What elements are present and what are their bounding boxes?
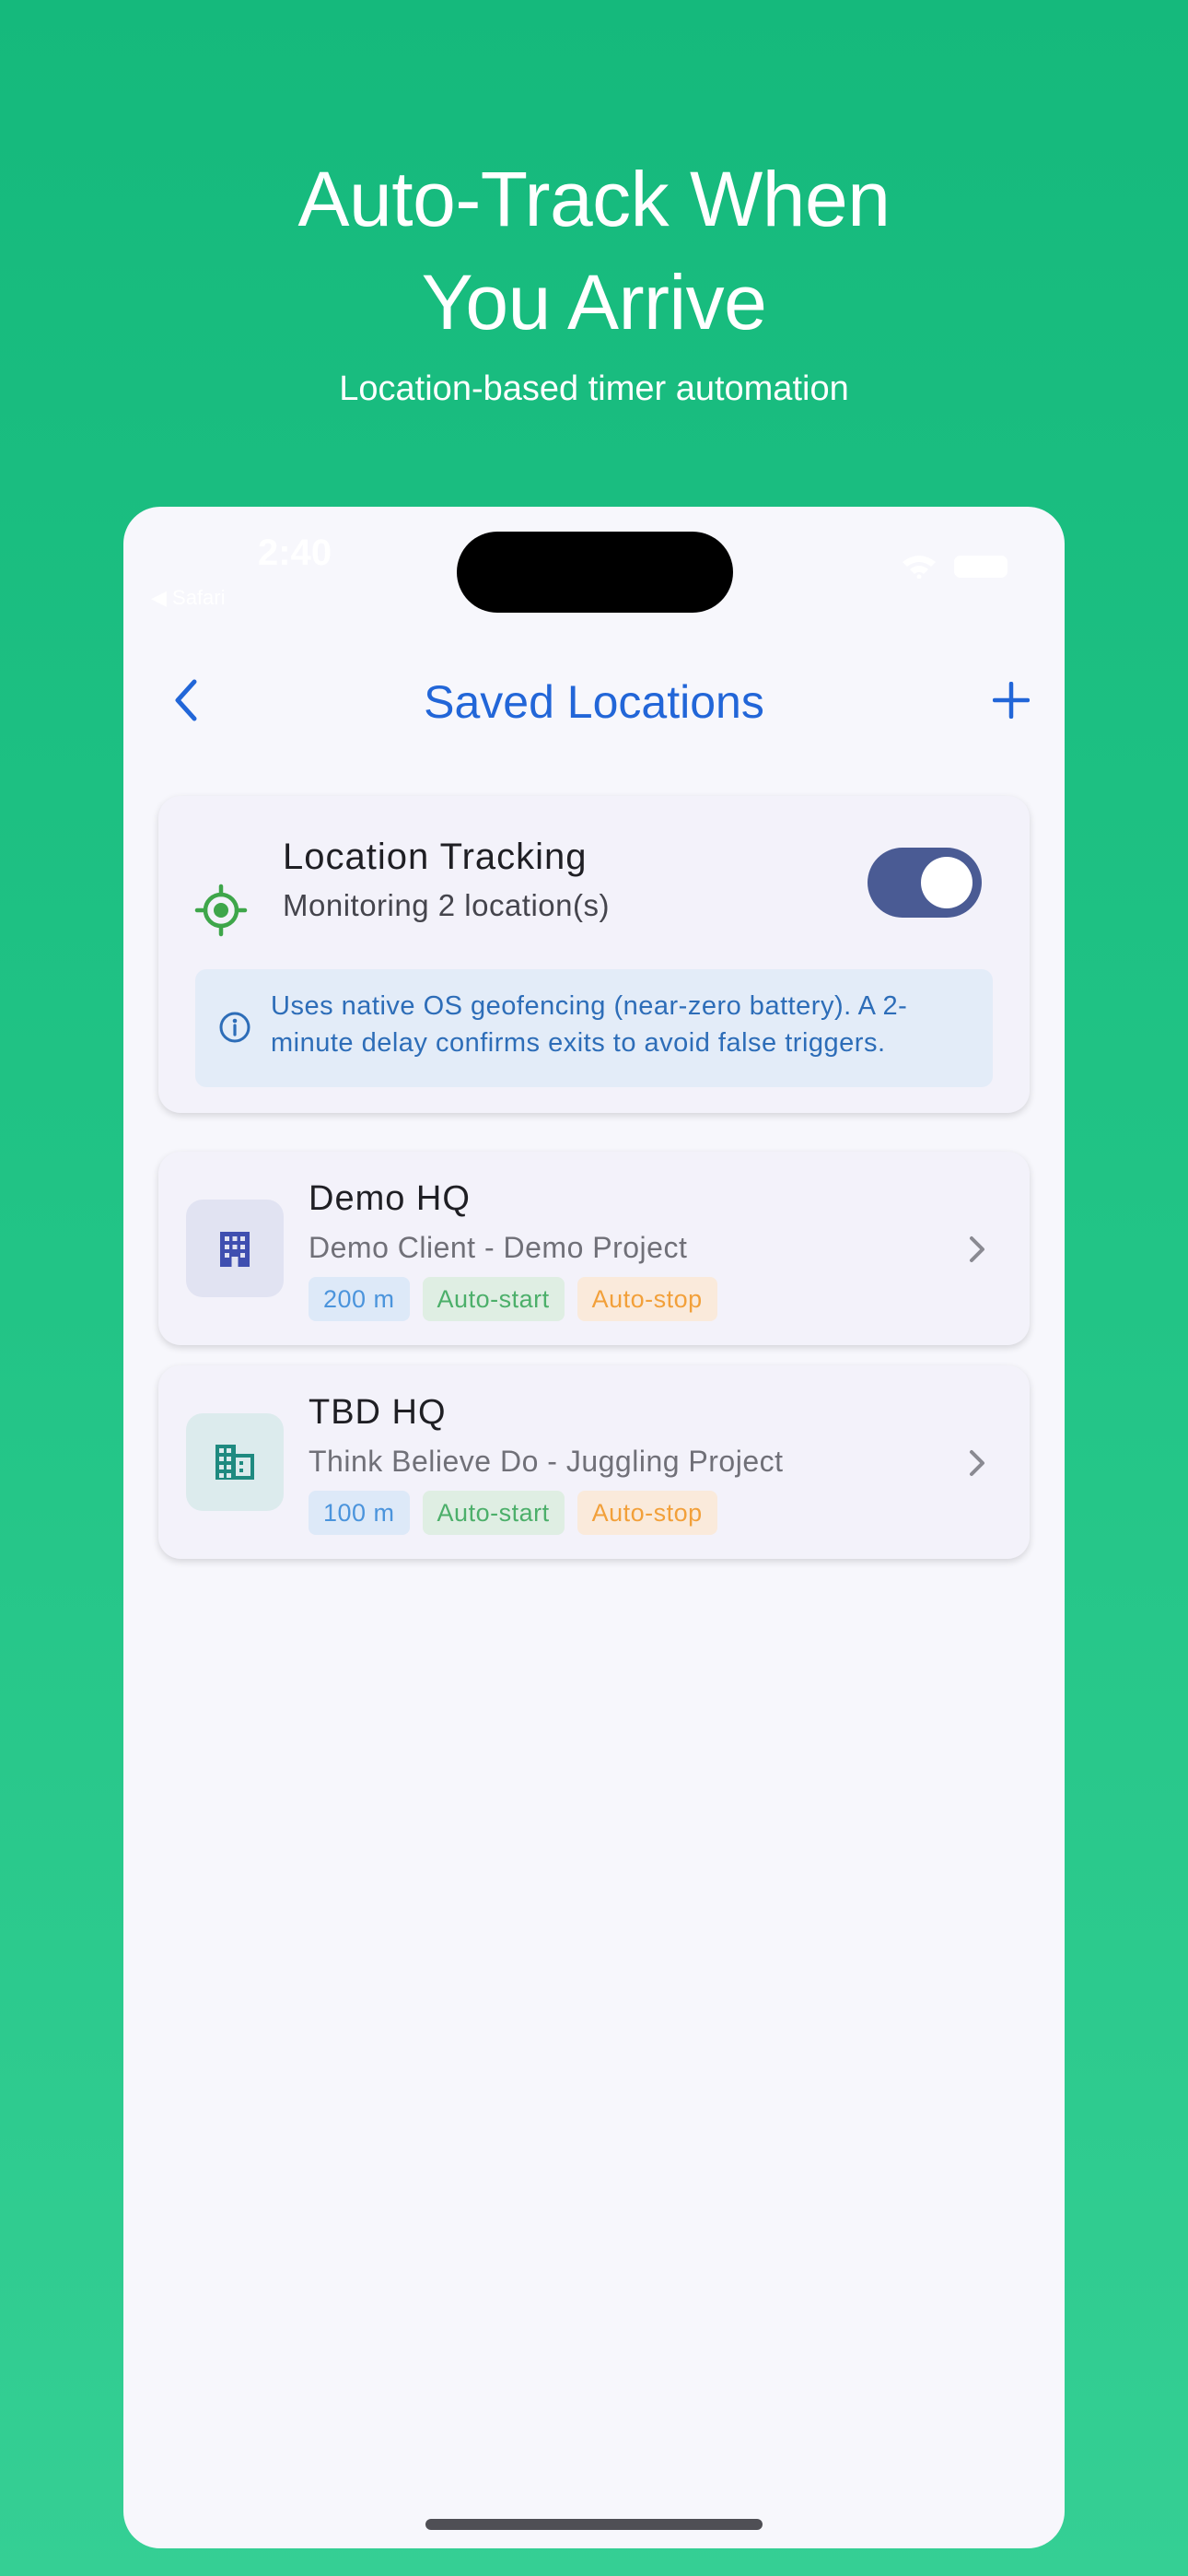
location-item-tbd-hq[interactable]: TBD HQ Think Believe Do - Juggling Proje… — [158, 1365, 1030, 1559]
location-name: TBD HQ — [309, 1393, 447, 1432]
domain-icon — [215, 1445, 254, 1480]
plus-icon — [993, 682, 1030, 719]
tracking-title: Location Tracking — [283, 837, 588, 877]
auto-start-badge: Auto-start — [422, 1277, 565, 1321]
battery-icon — [954, 556, 1007, 578]
status-indicators — [901, 555, 1007, 579]
geofencing-info-box: Uses native OS geofencing (near-zero bat… — [195, 969, 993, 1087]
wifi-icon — [903, 556, 936, 579]
chevron-right-icon — [970, 1450, 984, 1476]
add-location-button[interactable] — [985, 674, 1037, 726]
geofencing-info-text: Uses native OS geofencing (near-zero bat… — [271, 991, 908, 1058]
page-title: Saved Locations — [424, 676, 764, 728]
location-tags: 100 m Auto-start Auto-stop — [309, 1491, 717, 1535]
location-icon-tile — [186, 1200, 284, 1297]
navigation-bar: Saved Locations — [123, 654, 1065, 746]
business-icon — [220, 1232, 250, 1267]
promo-headline: Auto-Track When You Arrive — [0, 147, 1188, 354]
promo-subheadline: Location-based timer automation — [339, 369, 849, 408]
home-indicator[interactable] — [425, 2519, 763, 2530]
location-tracking-card: Location Tracking Monitoring 2 location(… — [158, 796, 1030, 1113]
dynamic-island — [457, 532, 733, 613]
auto-start-badge: Auto-start — [422, 1491, 565, 1535]
location-client-project: Think Believe Do - Juggling Project — [309, 1445, 784, 1478]
status-back-app[interactable]: ◀ Safari — [151, 586, 226, 610]
promo-headline-line1: Auto-Track When — [297, 156, 891, 242]
status-time: 2:40 — [258, 533, 332, 573]
tracking-status: Monitoring 2 location(s) — [283, 888, 610, 922]
location-client-project: Demo Client - Demo Project — [309, 1231, 688, 1264]
chevron-right-icon — [970, 1236, 984, 1262]
phone-screen: 2:40 ◀ Safari Saved Locations Location T… — [123, 507, 1065, 2548]
location-icon-tile — [186, 1413, 284, 1511]
tracking-toggle[interactable] — [868, 848, 982, 918]
auto-stop-badge: Auto-stop — [577, 1277, 717, 1321]
location-item-demo-hq[interactable]: Demo HQ Demo Client - Demo Project 200 m… — [158, 1152, 1030, 1345]
radius-badge: 200 m — [309, 1277, 410, 1321]
location-tags: 200 m Auto-start Auto-stop — [309, 1277, 717, 1321]
gps-target-icon — [194, 884, 248, 937]
auto-stop-badge: Auto-stop — [577, 1491, 717, 1535]
info-icon — [219, 1012, 250, 1043]
location-name: Demo HQ — [309, 1179, 471, 1218]
promo-headline-line2: You Arrive — [421, 259, 767, 345]
radius-badge: 100 m — [309, 1491, 410, 1535]
toggle-knob — [921, 857, 973, 908]
